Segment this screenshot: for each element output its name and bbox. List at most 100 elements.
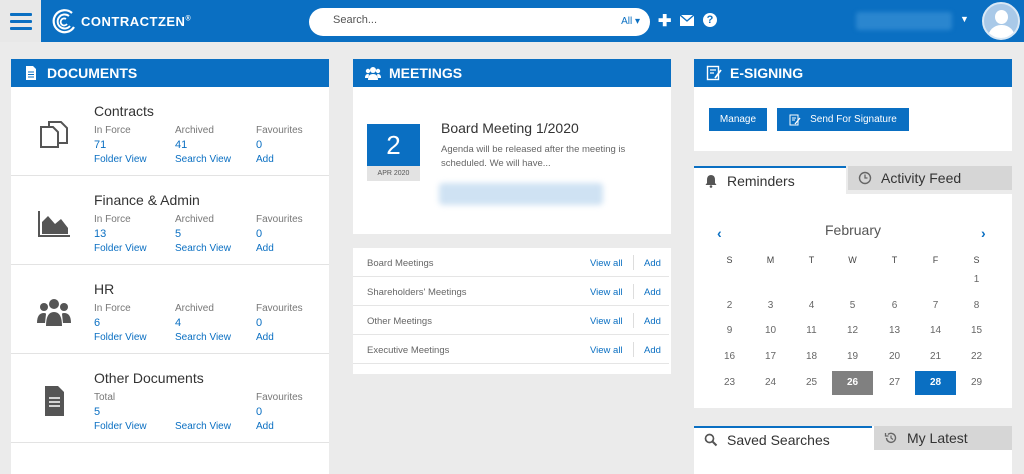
- stat-value[interactable]: 71: [94, 139, 147, 154]
- calendar-day[interactable]: 13: [874, 319, 915, 343]
- documents-title: DOCUMENTS: [47, 65, 138, 81]
- logo[interactable]: CONTRACTZEN®: [50, 6, 191, 36]
- stat-link[interactable]: Add: [256, 421, 303, 432]
- stat-link[interactable]: Folder View: [94, 154, 147, 165]
- calendar-day[interactable]: 16: [709, 345, 750, 369]
- avatar[interactable]: [982, 2, 1020, 40]
- document-category-row: Other Documents Total 5 Folder View Search V…: [11, 354, 329, 443]
- calendar-day[interactable]: 1: [956, 268, 997, 292]
- stat-label: Favourites: [256, 214, 303, 225]
- calendar-day[interactable]: 4: [791, 294, 832, 318]
- esigning-header: E-SIGNING: [694, 59, 1012, 87]
- stat-value[interactable]: [175, 406, 231, 421]
- tab-my-latest[interactable]: My Latest: [874, 426, 1012, 450]
- stat-link[interactable]: Search View: [175, 154, 231, 165]
- user-dropdown-icon[interactable]: ▼: [960, 14, 969, 24]
- calendar-day[interactable]: 7: [915, 294, 956, 318]
- meeting-category-name: Executive Meetings: [367, 345, 450, 356]
- view-all-link[interactable]: View all: [590, 316, 623, 327]
- file-icon: [26, 66, 36, 80]
- stat-value[interactable]: 4: [175, 317, 231, 332]
- calendar-weekday: F: [932, 255, 939, 265]
- calendar-day[interactable]: 5: [832, 294, 873, 318]
- stat-link[interactable]: Add: [256, 243, 303, 254]
- calendar-day[interactable]: 26: [832, 371, 873, 395]
- user-name[interactable]: [856, 12, 952, 30]
- meeting-description: Agenda will be released after the meetin…: [441, 144, 626, 169]
- stat-label: Total: [94, 392, 116, 403]
- add-link[interactable]: Add: [644, 345, 661, 356]
- calendar-day[interactable]: 12: [832, 319, 873, 343]
- view-all-link[interactable]: View all: [590, 287, 623, 298]
- add-link[interactable]: Add: [644, 287, 661, 298]
- tab-activity-feed[interactable]: Activity Feed: [848, 166, 1012, 190]
- stat-value[interactable]: 0: [256, 139, 303, 154]
- calendar-day[interactable]: 23: [709, 371, 750, 395]
- calendar-prev-icon[interactable]: ‹: [717, 225, 722, 241]
- stat-link[interactable]: Add: [256, 332, 303, 343]
- view-all-link[interactable]: View all: [590, 345, 623, 356]
- calendar-day[interactable]: 28: [915, 371, 956, 395]
- calendar-day[interactable]: 9: [709, 319, 750, 343]
- search-input[interactable]: [333, 14, 593, 26]
- add-link[interactable]: Add: [644, 316, 661, 327]
- stat-link[interactable]: Search View: [175, 421, 231, 432]
- calendar-day[interactable]: 24: [750, 371, 791, 395]
- stat-value[interactable]: 0: [256, 406, 303, 421]
- document-category-title[interactable]: Contracts: [94, 103, 154, 119]
- calendar-day[interactable]: 2: [709, 294, 750, 318]
- stat-value[interactable]: 5: [175, 228, 231, 243]
- calendar-day[interactable]: 25: [791, 371, 832, 395]
- stat-link[interactable]: Folder View: [94, 332, 147, 343]
- meeting-categories-panel: Board Meetings View all Add Shareholders' M…: [353, 248, 671, 374]
- stat-link[interactable]: Search View: [175, 332, 231, 343]
- calendar-day[interactable]: 21: [915, 345, 956, 369]
- help-icon[interactable]: ?: [703, 13, 717, 27]
- tab-saved-searches[interactable]: Saved Searches: [694, 426, 872, 452]
- calendar-day[interactable]: 22: [956, 345, 997, 369]
- manage-button[interactable]: Manage: [709, 108, 767, 131]
- document-category-title[interactable]: Finance & Admin: [94, 192, 200, 208]
- calendar-day[interactable]: 29: [956, 371, 997, 395]
- view-all-link[interactable]: View all: [590, 258, 623, 269]
- calendar-next-icon[interactable]: ›: [981, 225, 986, 241]
- search-scope-dropdown[interactable]: All ▾: [621, 16, 640, 27]
- stat-value[interactable]: 5: [94, 406, 147, 421]
- stat-value[interactable]: 6: [94, 317, 147, 332]
- tab-reminders[interactable]: Reminders: [694, 166, 846, 194]
- calendar-day[interactable]: 17: [750, 345, 791, 369]
- calendar-weekday: T: [891, 255, 898, 265]
- calendar-day[interactable]: 27: [874, 371, 915, 395]
- document-category-row: HR In Force 6 Folder View Archived 4 Search Vi…: [11, 265, 329, 354]
- menu-icon[interactable]: [0, 0, 41, 42]
- calendar-day[interactable]: 10: [750, 319, 791, 343]
- calendar-day[interactable]: 6: [874, 294, 915, 318]
- calendar-day[interactable]: 20: [874, 345, 915, 369]
- stat-value[interactable]: 0: [256, 317, 303, 332]
- calendar-day[interactable]: 19: [832, 345, 873, 369]
- mail-icon[interactable]: [680, 15, 694, 26]
- stat-link[interactable]: Add: [256, 154, 303, 165]
- stat-link[interactable]: Folder View: [94, 243, 147, 254]
- document-category-title[interactable]: Other Documents: [94, 370, 204, 386]
- calendar-day[interactable]: 11: [791, 319, 832, 343]
- meeting-month: APR 2020: [367, 166, 420, 181]
- stat-link[interactable]: Search View: [175, 243, 231, 254]
- meeting-title[interactable]: Board Meeting 1/2020: [441, 120, 579, 136]
- calendar-day[interactable]: 15: [956, 319, 997, 343]
- stat-value[interactable]: 0: [256, 228, 303, 243]
- send-for-signature-button[interactable]: Send For Signature: [777, 108, 909, 131]
- stat-value[interactable]: 41: [175, 139, 231, 154]
- calendar-day[interactable]: 18: [791, 345, 832, 369]
- calendar-day[interactable]: 8: [956, 294, 997, 318]
- stat-value[interactable]: 13: [94, 228, 147, 243]
- meetings-header: MEETINGS: [353, 59, 671, 87]
- stat-link[interactable]: Folder View: [94, 421, 147, 432]
- add-link[interactable]: Add: [644, 258, 661, 269]
- document-category-title[interactable]: HR: [94, 281, 114, 297]
- stat-label: Archived: [175, 125, 214, 136]
- plus-icon[interactable]: ✚: [658, 11, 671, 31]
- calendar-day[interactable]: 14: [915, 319, 956, 343]
- calendar-day[interactable]: 3: [750, 294, 791, 318]
- document-stat-col: Favourites 0 Add: [256, 392, 303, 432]
